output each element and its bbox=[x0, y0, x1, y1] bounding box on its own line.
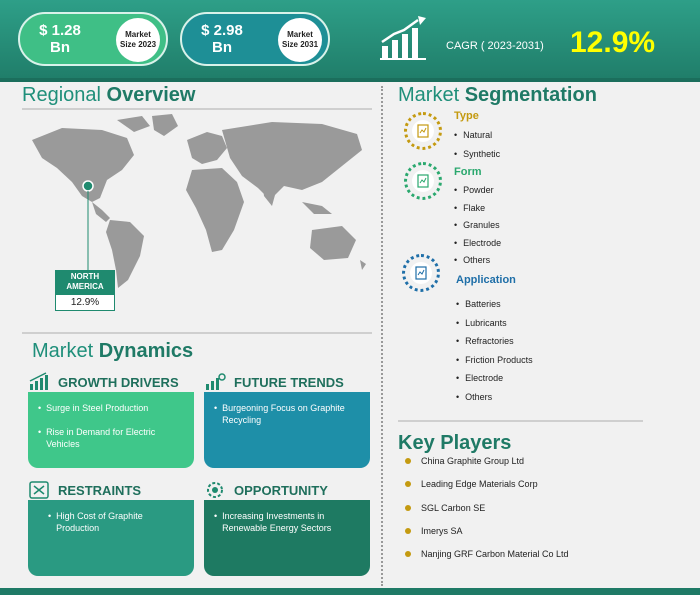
key-player-item: Imerys SA bbox=[405, 526, 463, 536]
form-item: Powder bbox=[454, 185, 494, 195]
form-item: Granules bbox=[454, 220, 500, 230]
key-player-item: China Graphite Group Ltd bbox=[405, 456, 524, 466]
key-player-item: Leading Edge Materials Corp bbox=[405, 479, 538, 489]
market-size-2023-pill: $ 1.28 Bn Market Size 2023 bbox=[18, 12, 168, 66]
market-size-2031-value: $ 2.98 Bn bbox=[201, 22, 243, 56]
document-icon bbox=[417, 124, 429, 138]
cagr-value: 12.9% bbox=[570, 26, 656, 59]
application-item: Others bbox=[456, 392, 492, 402]
restraints-header: RESTRAINTS bbox=[28, 480, 141, 500]
market-dynamics-title: Market Dynamics bbox=[32, 340, 194, 362]
application-item: Batteries bbox=[456, 299, 501, 309]
key-players-rule bbox=[398, 420, 643, 422]
form-title: Form bbox=[454, 166, 482, 178]
region-name: NORTH AMERICA bbox=[55, 270, 115, 294]
restraints-box: High Cost of Graphite Production bbox=[28, 500, 194, 576]
footer-bar bbox=[0, 588, 700, 595]
market-size-2023-label: Market Size 2023 bbox=[116, 18, 160, 62]
application-item: Friction Products bbox=[456, 355, 533, 365]
opportunity-box: Increasing Investments in Renewable Ener… bbox=[204, 500, 370, 576]
growth-drivers-title: GROWTH DRIVERS bbox=[58, 374, 179, 390]
opportunity-header: OPPORTUNITY bbox=[204, 480, 328, 500]
key-player-item: Nanjing GRF Carbon Material Co Ltd bbox=[405, 549, 569, 559]
market-size-2023-value: $ 1.28 Bn bbox=[39, 22, 81, 56]
bar-chart-icon bbox=[380, 16, 426, 60]
growth-chart-icon bbox=[29, 372, 48, 390]
application-item: Electrode bbox=[456, 373, 503, 383]
form-item: Flake bbox=[454, 203, 485, 213]
growth-drivers-box: Surge in Steel Production Rise in Demand… bbox=[28, 392, 194, 468]
regional-overview-title: Regional Overview bbox=[22, 84, 196, 106]
growth-drivers-header: GROWTH DRIVERS bbox=[28, 372, 179, 392]
application-item: Lubricants bbox=[456, 318, 507, 328]
document-icon bbox=[417, 174, 429, 188]
north-america-marker bbox=[82, 180, 94, 192]
type-item: Natural bbox=[454, 130, 492, 140]
form-icon bbox=[404, 162, 442, 200]
application-title: Application bbox=[456, 274, 516, 286]
market-size-2031-label: Market Size 2031 bbox=[278, 18, 322, 62]
opportunity-item: Increasing Investments in Renewable Ener… bbox=[214, 510, 360, 534]
application-item: Refractories bbox=[456, 336, 514, 346]
type-icon bbox=[404, 112, 442, 150]
restraint-item: High Cost of Graphite Production bbox=[38, 510, 184, 534]
restraint-icon bbox=[29, 481, 49, 499]
key-player-item: SGL Carbon SE bbox=[405, 503, 485, 513]
header-divider bbox=[0, 78, 700, 82]
region-value: 12.9% bbox=[55, 294, 115, 311]
cagr-label: CAGR ( 2023-2031) bbox=[446, 40, 544, 52]
future-trends-title: FUTURE TRENDS bbox=[234, 374, 344, 390]
restraints-title: RESTRAINTS bbox=[58, 482, 142, 498]
opportunity-icon bbox=[207, 482, 223, 498]
document-icon bbox=[415, 266, 427, 280]
future-trends-box: Burgeoning Focus on Graphite Recycling bbox=[204, 392, 370, 468]
form-item: Electrode bbox=[454, 238, 501, 248]
form-item: Others bbox=[454, 255, 490, 265]
column-divider bbox=[381, 86, 383, 586]
opportunity-title: OPPORTUNITY bbox=[234, 482, 328, 498]
type-item: Synthetic bbox=[454, 149, 500, 159]
market-size-2031-pill: $ 2.98 Bn Market Size 2031 bbox=[180, 12, 330, 66]
key-players-title: Key Players bbox=[398, 432, 512, 454]
application-icon bbox=[402, 254, 440, 292]
future-trends-header: FUTURE TRENDS bbox=[204, 372, 344, 392]
future-trend-item: Burgeoning Focus on Graphite Recycling bbox=[214, 402, 360, 426]
dynamics-title-rule-top bbox=[22, 332, 372, 334]
type-title: Type bbox=[454, 110, 479, 122]
market-segmentation-title: Market Segmentation bbox=[398, 84, 597, 106]
growth-driver-item: Rise in Demand for Electric Vehicles bbox=[38, 426, 184, 450]
north-america-callout: NORTH AMERICA 12.9% bbox=[55, 270, 115, 311]
growth-driver-item: Surge in Steel Production bbox=[38, 402, 184, 414]
trend-icon bbox=[206, 373, 226, 390]
